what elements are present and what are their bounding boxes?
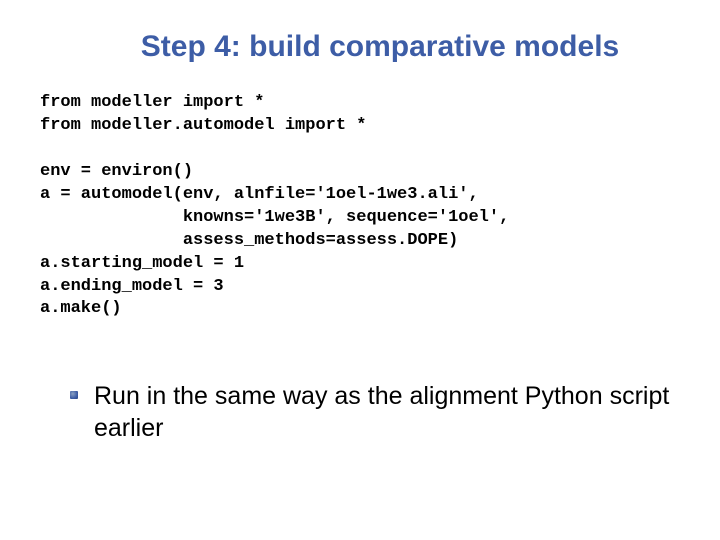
bullet-text: Run in the same way as the alignment Pyt… <box>94 382 669 441</box>
slide: Step 4: build comparative models from mo… <box>0 0 720 540</box>
bullet-marker-icon <box>70 391 78 399</box>
slide-title: Step 4: build comparative models <box>40 30 680 64</box>
bullet-item: Run in the same way as the alignment Pyt… <box>70 381 680 444</box>
code-block: from modeller import * from modeller.aut… <box>40 92 680 321</box>
bullet-list: Run in the same way as the alignment Pyt… <box>40 381 680 444</box>
